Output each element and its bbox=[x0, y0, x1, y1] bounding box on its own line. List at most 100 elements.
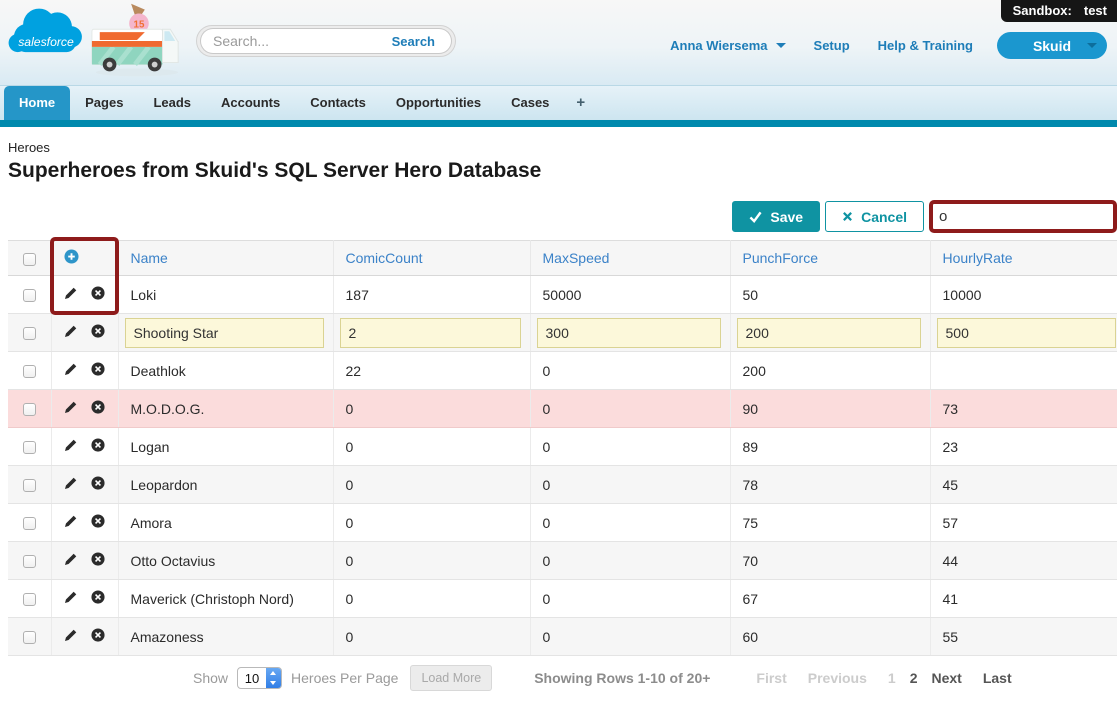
up-down-stepper-icon[interactable] bbox=[266, 668, 282, 688]
user-name-link[interactable]: Anna Wiersema bbox=[670, 38, 767, 53]
row-checkbox[interactable] bbox=[22, 327, 36, 341]
pagination-first[interactable]: First bbox=[756, 670, 786, 686]
show-label: Show bbox=[193, 670, 229, 686]
delete-row-icon[interactable] bbox=[91, 362, 105, 379]
cell-name: Maverick (Christoph Nord) bbox=[130, 590, 294, 607]
sandbox-label: Sandbox: bbox=[1012, 3, 1072, 18]
sandbox-name: test bbox=[1083, 3, 1107, 18]
table-filter-input[interactable] bbox=[929, 200, 1117, 233]
pagination-page-1[interactable]: 1 bbox=[888, 670, 896, 686]
tab-home[interactable]: Home bbox=[4, 86, 71, 120]
pagination-previous[interactable]: Previous bbox=[808, 670, 867, 686]
tab-cases[interactable]: Cases bbox=[496, 86, 564, 120]
cancel-label: Cancel bbox=[861, 208, 907, 225]
delete-row-icon[interactable] bbox=[91, 324, 105, 341]
table-row: Amazoness 0 0 60 55 bbox=[8, 617, 1117, 656]
chevron-down-icon bbox=[775, 43, 786, 48]
delete-row-icon[interactable] bbox=[91, 286, 105, 303]
cell-comiccount: 22 bbox=[345, 362, 362, 379]
select-all-checkbox[interactable] bbox=[22, 252, 36, 266]
edit-row-icon[interactable] bbox=[64, 591, 77, 607]
table-row: Maverick (Christoph Nord) 0 0 67 41 bbox=[8, 579, 1117, 618]
user-menu[interactable]: Anna Wiersema bbox=[670, 38, 786, 53]
row-checkbox[interactable] bbox=[22, 555, 36, 569]
edit-row-icon[interactable] bbox=[64, 287, 77, 303]
row-checkbox[interactable] bbox=[22, 365, 36, 379]
edit-row-icon[interactable] bbox=[64, 477, 77, 493]
delete-row-icon[interactable] bbox=[91, 400, 105, 417]
delete-row-icon[interactable] bbox=[91, 438, 105, 455]
edit-row-icon[interactable] bbox=[64, 439, 77, 455]
cell-comiccount: 0 bbox=[345, 552, 354, 569]
edit-row-icon[interactable] bbox=[64, 553, 77, 569]
row-checkbox[interactable] bbox=[22, 517, 36, 531]
pagination: First Previous 1 2 Next Last bbox=[756, 670, 1032, 686]
sandbox-badge: Sandbox: test bbox=[1000, 0, 1117, 22]
edit-row-icon[interactable] bbox=[64, 515, 77, 531]
breadcrumb: Heroes bbox=[8, 140, 50, 155]
cancel-button[interactable]: Cancel bbox=[825, 201, 924, 232]
delete-row-icon[interactable] bbox=[91, 590, 105, 607]
row-checkbox[interactable] bbox=[22, 441, 36, 455]
cell-hourlyrate: 41 bbox=[942, 590, 959, 607]
cell-name: Otto Octavius bbox=[130, 552, 216, 569]
column-header-name[interactable]: Name bbox=[118, 240, 334, 276]
cell-maxspeed: 0 bbox=[542, 590, 551, 607]
help-training-link[interactable]: Help & Training bbox=[878, 38, 973, 53]
tab-opportunities[interactable]: Opportunities bbox=[381, 86, 496, 120]
pagination-page-2[interactable]: 2 bbox=[910, 670, 918, 686]
tab-accounts[interactable]: Accounts bbox=[206, 86, 295, 120]
edit-row-icon[interactable] bbox=[64, 629, 77, 645]
cell-comiccount: 0 bbox=[345, 590, 354, 607]
per-page-label: Heroes Per Page bbox=[291, 670, 399, 686]
column-header-maxspeed[interactable]: MaxSpeed bbox=[530, 240, 731, 276]
row-checkbox[interactable] bbox=[22, 593, 36, 607]
column-header-hourlyrate[interactable]: HourlyRate bbox=[930, 240, 1117, 276]
edit-row-icon[interactable] bbox=[64, 325, 77, 341]
page-size-select[interactable]: 10 bbox=[237, 667, 283, 689]
delete-row-icon[interactable] bbox=[91, 476, 105, 493]
tab-pages[interactable]: Pages bbox=[70, 86, 138, 120]
row-checkbox[interactable] bbox=[22, 479, 36, 493]
edit-row-icon[interactable] bbox=[64, 363, 77, 379]
page-size-controls: Show 10 Heroes Per Page Load More bbox=[193, 665, 493, 691]
page: salesforce 15 Search Anna Wiersema bbox=[0, 0, 1117, 706]
cell-punchforce: 70 bbox=[742, 552, 759, 569]
row-checkbox[interactable] bbox=[22, 403, 36, 417]
global-search: Search bbox=[196, 25, 456, 57]
cell-comiccount: 2 bbox=[339, 317, 521, 348]
cell-comiccount: 187 bbox=[345, 286, 369, 303]
global-search-input[interactable] bbox=[201, 33, 386, 49]
tab-leads[interactable]: Leads bbox=[138, 86, 206, 120]
cell-punchforce: 67 bbox=[742, 590, 759, 607]
save-button[interactable]: Save bbox=[732, 201, 821, 232]
row-checkbox[interactable] bbox=[22, 631, 36, 645]
setup-link[interactable]: Setup bbox=[814, 38, 850, 53]
app-name: Skuid bbox=[1032, 37, 1072, 54]
pagination-next[interactable]: Next bbox=[931, 670, 961, 686]
cell-comiccount: 0 bbox=[345, 628, 354, 645]
cell-hourlyrate: 23 bbox=[942, 438, 959, 455]
delete-row-icon[interactable] bbox=[91, 552, 105, 569]
cell-comiccount: 0 bbox=[345, 438, 354, 455]
cell-name: M.O.D.O.G. bbox=[130, 400, 205, 417]
delete-row-icon[interactable] bbox=[91, 628, 105, 645]
table-header-row: Name ComicCount MaxSpeed PunchForce Hour… bbox=[8, 240, 1117, 276]
cell-name: Amora bbox=[130, 514, 172, 531]
delete-row-icon[interactable] bbox=[91, 514, 105, 531]
tab-contacts[interactable]: Contacts bbox=[295, 86, 381, 120]
global-search-button[interactable]: Search bbox=[385, 28, 452, 54]
app-switcher-button[interactable]: Skuid bbox=[997, 32, 1107, 59]
column-header-comiccount[interactable]: ComicCount bbox=[333, 240, 531, 276]
salesforce-logo-icon: salesforce bbox=[8, 8, 82, 53]
column-header-punchforce[interactable]: PunchForce bbox=[730, 240, 931, 276]
pagination-last[interactable]: Last bbox=[983, 670, 1012, 686]
edit-row-icon[interactable] bbox=[64, 401, 77, 417]
cell-punchforce: 90 bbox=[742, 400, 759, 417]
cell-comiccount: 0 bbox=[345, 400, 354, 417]
add-row-icon[interactable] bbox=[63, 249, 79, 267]
load-more-button[interactable]: Load More bbox=[410, 665, 493, 691]
add-tab-button[interactable]: + bbox=[564, 86, 597, 120]
row-count-status: Showing Rows 1-10 of 20+ bbox=[534, 670, 711, 686]
row-checkbox[interactable] bbox=[22, 289, 36, 303]
